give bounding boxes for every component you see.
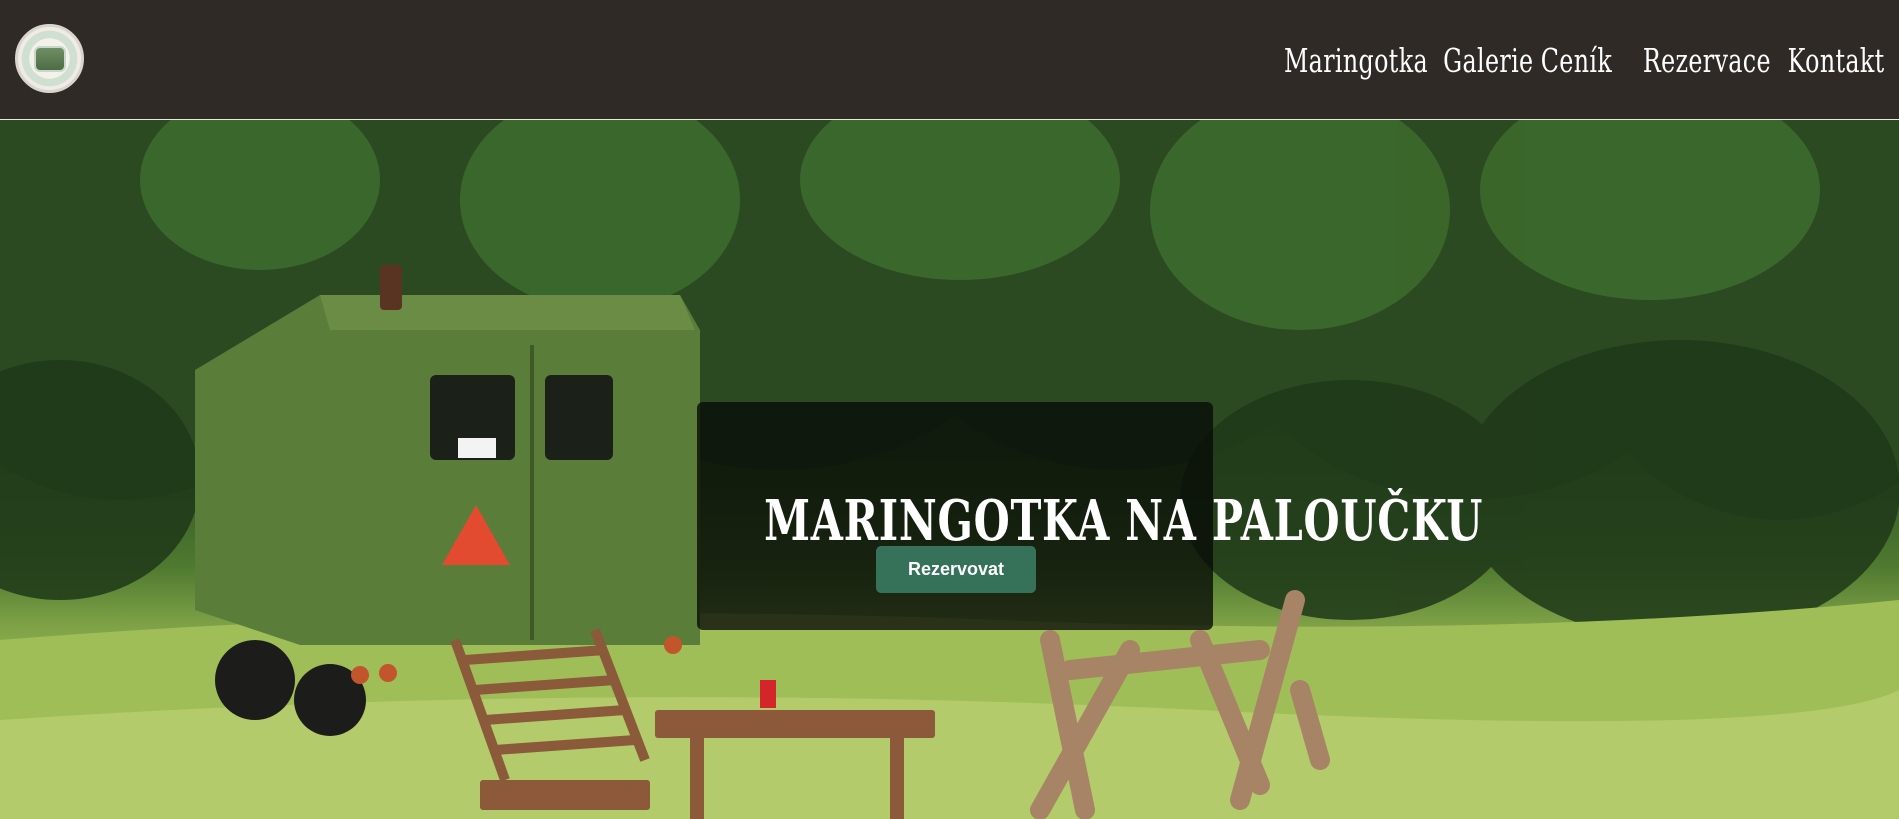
- hero-title: MARINGOTKA NA PALOUČKU: [764, 487, 1484, 554]
- site-logo[interactable]: [15, 24, 84, 93]
- site-header: Maringotka Galerie Ceník Rezervace Konta…: [0, 0, 1899, 120]
- nav-link-maringotka[interactable]: Maringotka: [1284, 41, 1428, 80]
- nav-link-rezervace[interactable]: Rezervace: [1642, 41, 1770, 80]
- logo-emblem-icon: [35, 47, 64, 70]
- main-nav: Maringotka Galerie Ceník Rezervace Konta…: [1274, 30, 1885, 90]
- nav-link-galerie[interactable]: Galerie: [1443, 41, 1533, 80]
- nav-link-kontakt[interactable]: Kontakt: [1788, 41, 1885, 80]
- nav-link-cenik[interactable]: Ceník: [1541, 41, 1612, 80]
- reserve-button[interactable]: Rezervovat: [876, 546, 1036, 593]
- hero-section: MARINGOTKA NA PALOUČKU Rezervovat: [0, 120, 1899, 819]
